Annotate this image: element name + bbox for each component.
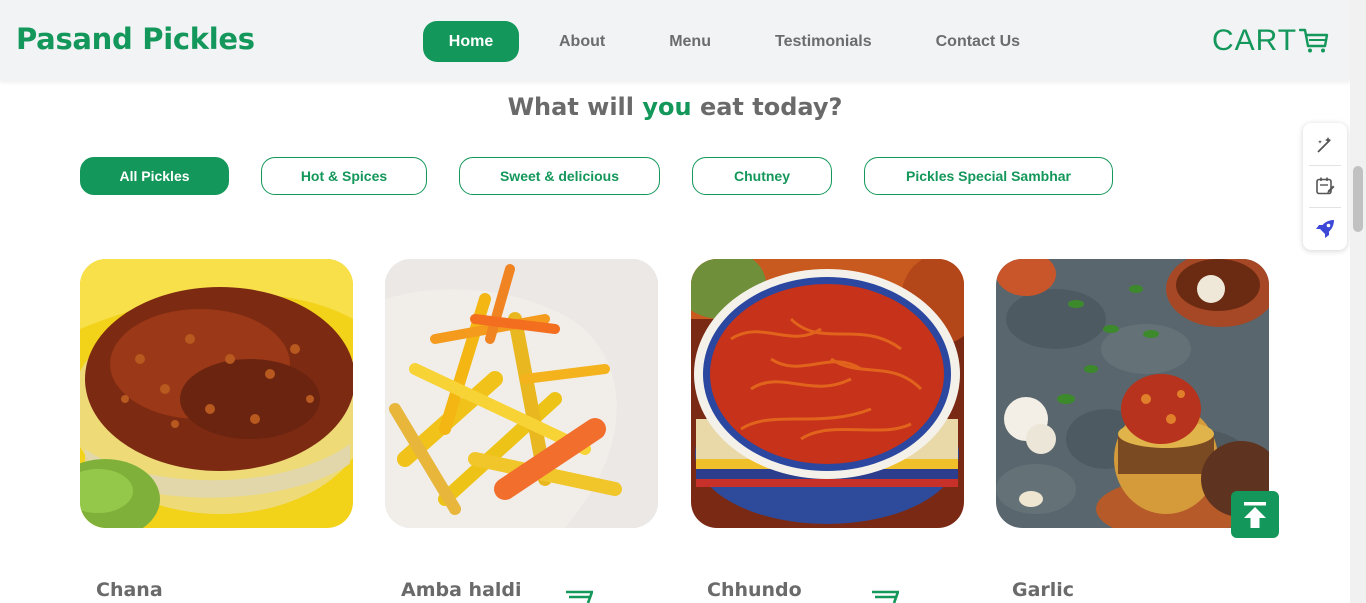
filter-chutney[interactable]: Chutney (692, 157, 832, 195)
brand-logo[interactable]: Pasand Pickles (16, 22, 255, 56)
product-card[interactable]: Amba haldi (385, 259, 658, 603)
nav-home[interactable]: Home (423, 21, 519, 62)
scroll-to-top-button[interactable] (1231, 491, 1279, 538)
site-header: Pasand Pickles Home About Menu Testimoni… (0, 0, 1350, 81)
arrow-up-to-top-icon (1244, 501, 1266, 528)
magic-wand-button[interactable] (1303, 125, 1347, 165)
product-card[interactable]: Chana (80, 259, 353, 601)
rocket-icon (1316, 220, 1334, 238)
product-name[interactable]: Chana (96, 579, 163, 601)
chana-pickle-photo[interactable] (80, 259, 353, 528)
side-toolbar (1303, 123, 1347, 250)
main-nav: Home About Menu Testimonials Contact Us (423, 21, 1020, 62)
nav-testimonials[interactable]: Testimonials (775, 21, 872, 62)
filter-all-pickles[interactable]: All Pickles (80, 157, 229, 195)
calendar-edit-button[interactable] (1303, 166, 1347, 206)
cart-button[interactable]: CART (1212, 24, 1329, 58)
filter-sweet-delicious[interactable]: Sweet & delicious (459, 157, 660, 195)
calendar-edit-icon (1316, 177, 1335, 195)
nav-about[interactable]: About (559, 21, 605, 62)
filter-pickles-special-sambhar[interactable]: Pickles Special Sambhar (864, 157, 1113, 195)
rocket-button[interactable] (1303, 209, 1347, 249)
add-to-cart-icon[interactable] (565, 590, 593, 603)
chhundo-pickle-photo[interactable] (691, 259, 964, 528)
product-name[interactable]: Chhundo (707, 579, 802, 601)
add-to-cart-icon[interactable] (871, 590, 899, 603)
product-card[interactable]: Chhundo (691, 259, 964, 603)
shopping-cart-icon (1299, 28, 1329, 53)
magic-wand-icon (1317, 137, 1331, 153)
nav-menu[interactable]: Menu (669, 21, 711, 62)
section-heading: What will you eat today? (507, 93, 843, 121)
amba-haldi-pickle-photo[interactable] (385, 259, 658, 528)
garlic-pickle-photo[interactable] (996, 259, 1269, 528)
page-scrollbar[interactable] (1350, 0, 1366, 603)
product-card[interactable]: Garlic (996, 259, 1269, 601)
cart-label: CART (1212, 24, 1298, 57)
product-name[interactable]: Garlic (1012, 579, 1074, 601)
product-name[interactable]: Amba haldi (401, 579, 522, 601)
scrollbar-thumb[interactable] (1353, 166, 1363, 232)
nav-contact-us[interactable]: Contact Us (936, 21, 1020, 62)
filter-hot-spices[interactable]: Hot & Spices (261, 157, 427, 195)
